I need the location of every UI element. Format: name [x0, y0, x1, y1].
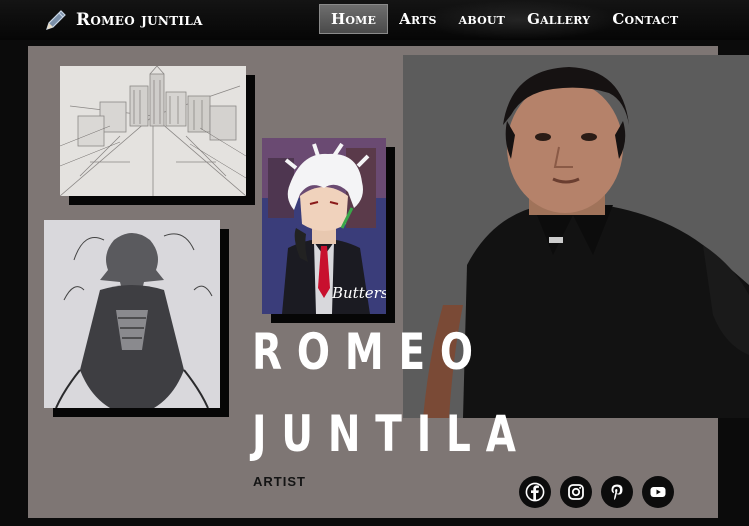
artwork-signature: Butters: [331, 284, 386, 302]
instagram-button[interactable]: [560, 476, 592, 508]
main-nav: Home Arts about Gallery Contact: [319, 4, 689, 34]
facebook-icon: [525, 482, 545, 502]
top-navigation-bar: Romeo juntila Home Arts about Gallery Co…: [0, 0, 749, 40]
pinterest-icon: [611, 484, 623, 500]
social-links: [519, 476, 674, 508]
artwork-city-sketch[interactable]: [60, 66, 246, 196]
nav-gallery[interactable]: Gallery: [516, 4, 601, 34]
nav-home[interactable]: Home: [319, 4, 389, 34]
logo-text: Romeo juntila: [76, 10, 203, 30]
facebook-button[interactable]: [519, 476, 551, 508]
artwork-creature-sketch[interactable]: [44, 220, 220, 408]
creature-sketch-image: [44, 220, 220, 408]
pencil-icon: [46, 10, 66, 30]
site-logo[interactable]: Romeo juntila: [42, 6, 203, 34]
youtube-icon: [650, 487, 666, 497]
youtube-button[interactable]: [642, 476, 674, 508]
nav-contact[interactable]: Contact: [601, 4, 689, 34]
pinterest-button[interactable]: [601, 476, 633, 508]
anime-character-image: Butters: [262, 138, 386, 314]
city-sketch-image: [60, 66, 246, 196]
nav-arts[interactable]: Arts: [388, 4, 448, 34]
hero-subtitle: ARTIST: [253, 474, 306, 489]
hero-first-name: ROMEO: [252, 323, 488, 381]
instagram-icon: [568, 484, 584, 500]
nav-about[interactable]: about: [448, 4, 516, 34]
hero-last-name: JUNTILA: [252, 405, 531, 463]
artwork-anime-character[interactable]: Butters: [262, 138, 386, 314]
